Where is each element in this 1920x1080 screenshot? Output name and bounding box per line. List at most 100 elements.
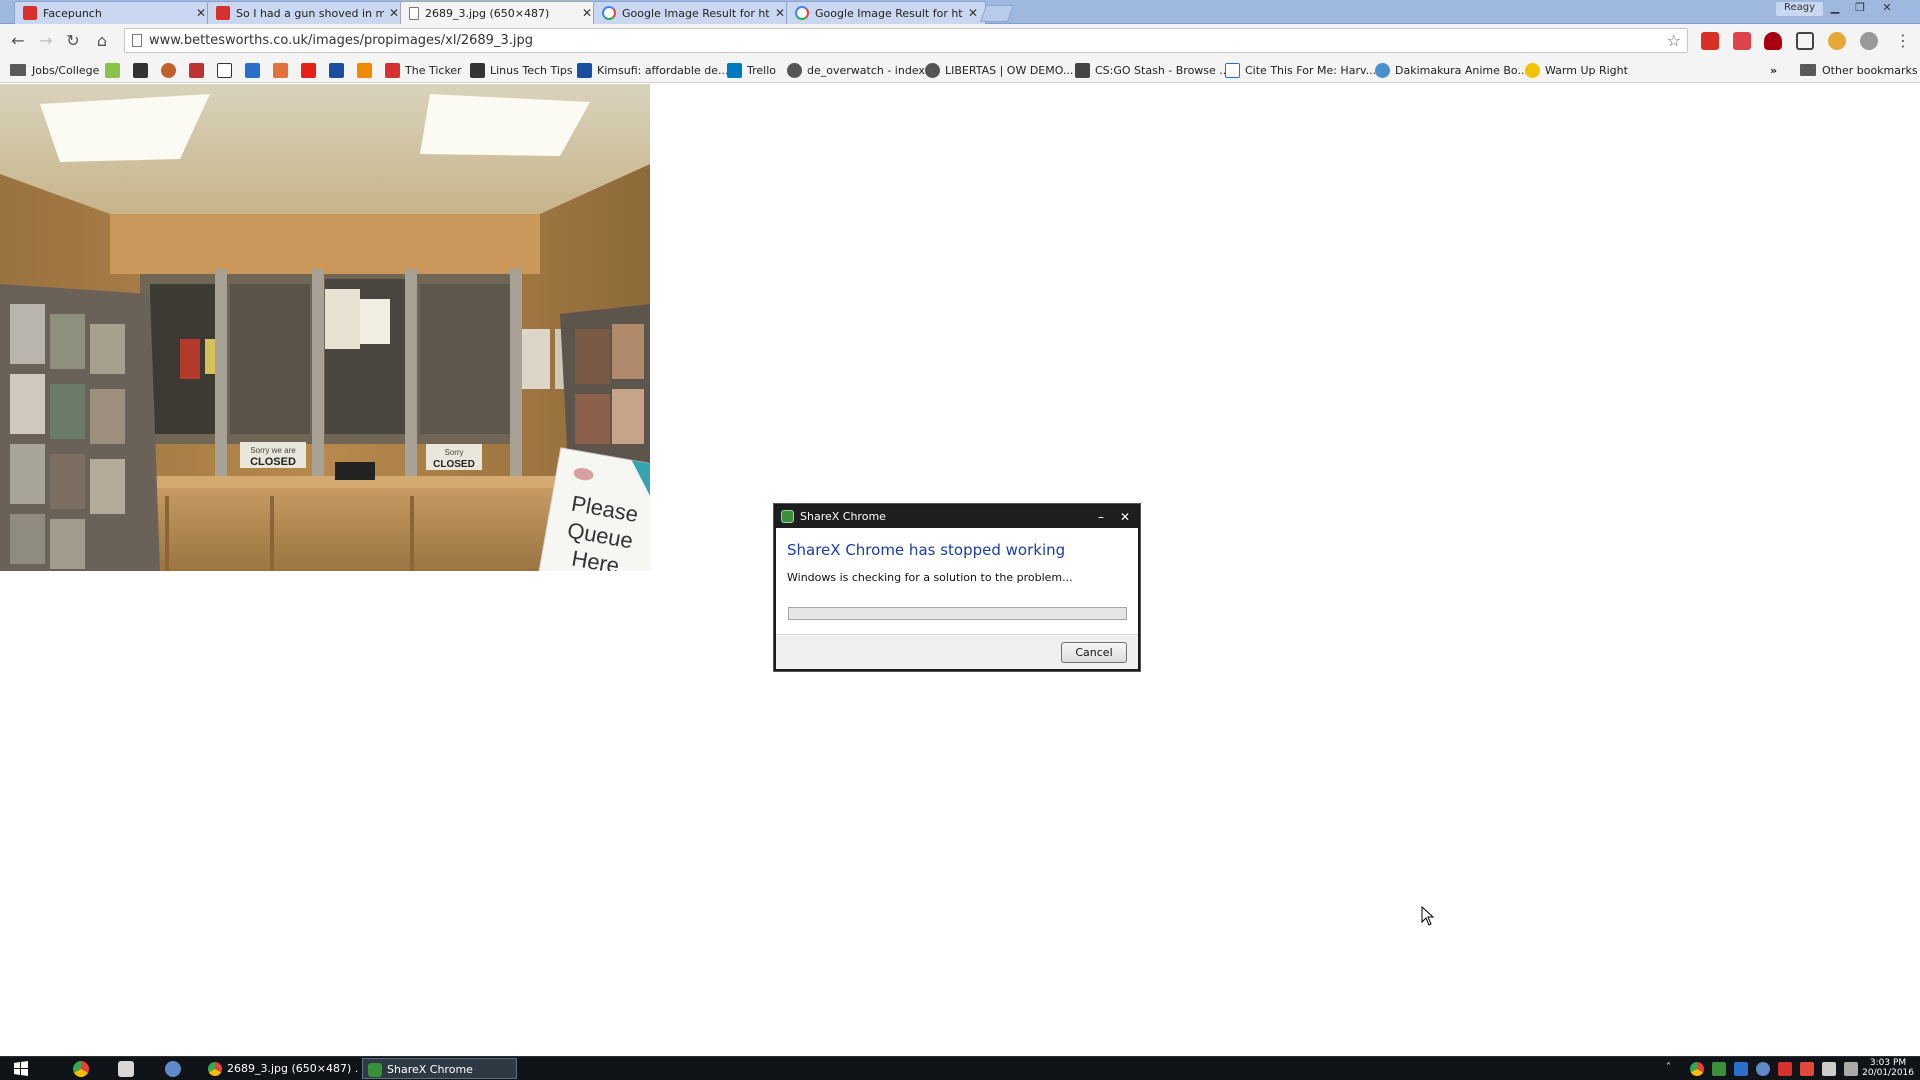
tab-google-image-2[interactable]: Google Image Result for http ✕ (786, 1, 986, 24)
reload-icon[interactable]: ↻ (63, 31, 83, 51)
bookmark-icon (161, 62, 176, 78)
network-icon[interactable] (1844, 1062, 1858, 1076)
dialog-body: ShareX Chrome has stopped working Window… (776, 528, 1138, 634)
extension-icon[interactable] (1733, 32, 1751, 50)
system-clock[interactable]: 3:03 PM 20/01/2016 (1862, 1058, 1914, 1078)
bookmark-the-ticker[interactable]: The Ticker (385, 61, 462, 79)
pinned-app-icon[interactable] (118, 1061, 134, 1077)
tab-image-active[interactable]: 2689_3.jpg (650×487) ✕ (400, 1, 600, 25)
gmail-extension-icon[interactable] (1701, 32, 1719, 50)
close-icon[interactable]: ✕ (196, 6, 206, 20)
bookmark-libertas[interactable]: LIBERTAS | OW DEMO... (925, 61, 1073, 79)
page-info-icon[interactable] (132, 34, 142, 47)
bookmark-icon (1375, 62, 1390, 78)
close-icon[interactable]: ✕ (389, 6, 399, 20)
bookmark-kimsufi[interactable]: Kimsufi: affordable de... (577, 61, 728, 79)
tab-title: Google Image Result for http (622, 6, 770, 20)
chrome-icon[interactable] (73, 1061, 89, 1077)
steam-icon[interactable] (165, 1061, 181, 1077)
tab-google-image-1[interactable]: Google Image Result for http ✕ (593, 1, 793, 24)
cancel-button[interactable]: Cancel (1061, 642, 1127, 663)
screenshot-extension-icon[interactable] (1796, 32, 1814, 50)
google-icon (602, 6, 616, 20)
closed-sign-text: Sorry (444, 448, 463, 457)
profile-button[interactable]: Reagy (1776, 2, 1824, 16)
play-extension-icon[interactable] (1860, 32, 1878, 50)
ublock-icon[interactable] (1764, 32, 1782, 50)
back-icon[interactable]: ← (8, 31, 28, 51)
bookmark-icon-only[interactable] (161, 61, 181, 79)
cookie-extension-icon[interactable] (1828, 32, 1846, 50)
bookmarks-overflow-button[interactable]: » (1770, 61, 1777, 79)
bookmark-amazon[interactable] (217, 61, 237, 79)
bookmark-csgo-stash[interactable]: CS:GO Stash - Browse ... (1075, 61, 1230, 79)
youtube-icon (301, 62, 316, 78)
tray-icon[interactable] (1778, 1062, 1792, 1076)
bookmark-dakimakura[interactable]: Dakimakura Anime Bo... (1375, 61, 1528, 79)
error-dialog: ShareX Chrome – ✕ ShareX Chrome has stop… (774, 504, 1140, 671)
forward-icon[interactable]: → (36, 31, 56, 51)
bookmark-icon-only[interactable] (105, 61, 125, 79)
dialog-heading: ShareX Chrome has stopped working (787, 541, 1066, 559)
restore-icon[interactable]: ❐ (1847, 2, 1873, 16)
tab-strip: Facepunch ✕ So I had a gun shoved in my … (0, 0, 1920, 25)
close-window-icon[interactable]: ✕ (1874, 2, 1900, 16)
task-chrome-window[interactable]: 2689_3.jpg (650×487) ... (203, 1058, 358, 1079)
bookmark-icon (577, 62, 592, 78)
other-bookmarks-folder[interactable]: Other bookmarks (1800, 61, 1918, 79)
tray-icon[interactable] (1734, 1062, 1748, 1076)
bookmark-icon-only[interactable] (357, 61, 377, 79)
bookmark-folder-jobs[interactable]: Jobs/College (10, 61, 99, 79)
chrome-tray-icon[interactable] (1690, 1062, 1704, 1076)
new-tab-button[interactable] (979, 5, 1015, 22)
sharex-icon (781, 510, 794, 523)
bookmark-warm-up-right[interactable]: Warm Up Right (1525, 61, 1628, 79)
bookmark-icon (357, 62, 372, 78)
bookmark-icon-only[interactable] (189, 61, 209, 79)
bookmark-label: Other bookmarks (1822, 63, 1918, 77)
bookmark-icon (1075, 62, 1090, 78)
bookmark-label: de_overwatch - index (807, 63, 925, 77)
chrome-icon (208, 1062, 222, 1076)
dialog-titlebar[interactable]: ShareX Chrome – ✕ (776, 506, 1138, 528)
minimize-icon[interactable]: ▁ (1822, 2, 1848, 16)
bookmark-icon-only[interactable] (133, 61, 153, 79)
close-icon[interactable]: ✕ (775, 6, 785, 20)
windows-start-icon[interactable] (6, 1059, 36, 1079)
tray-icon[interactable] (1800, 1062, 1814, 1076)
steam-tray-icon[interactable] (1756, 1062, 1770, 1076)
shop-counter-photo: Sorry we are CLOSED Sorry CLOSED Please … (0, 84, 650, 571)
bookmark-de-overwatch[interactable]: de_overwatch - index (787, 61, 925, 79)
bookmark-linus-tech-tips[interactable]: Linus Tech Tips (470, 61, 573, 79)
home-icon[interactable]: ⌂ (92, 31, 112, 51)
bookmark-icon-only[interactable] (273, 61, 293, 79)
address-bar[interactable]: www.bettesworths.co.uk/images/propimages… (124, 28, 1688, 53)
close-icon[interactable]: ✕ (1114, 506, 1136, 528)
bookmark-label: Cite This For Me: Harv... (1245, 63, 1377, 77)
bookmark-youtube[interactable] (301, 61, 321, 79)
menu-icon[interactable]: ⋮ (1893, 31, 1913, 51)
minimize-icon[interactable]: – (1090, 506, 1112, 528)
bookmark-star-icon[interactable]: ☆ (1667, 31, 1681, 50)
tab-title: Facepunch (43, 6, 102, 20)
bookmark-trello[interactable]: Trello (727, 61, 776, 79)
bookmark-cite-this-for-me[interactable]: Cite This For Me: Harv... (1225, 61, 1376, 79)
bookmark-icon-only[interactable] (329, 61, 349, 79)
close-icon[interactable]: ✕ (968, 6, 978, 20)
trello-icon (727, 62, 742, 78)
task-sharex-chrome[interactable]: ShareX Chrome (362, 1058, 517, 1079)
bookmark-icon (1225, 62, 1240, 78)
bookmark-icon-only[interactable] (245, 61, 265, 79)
bookmark-label: Dakimakura Anime Bo... (1395, 63, 1528, 77)
google-icon (795, 6, 809, 20)
volume-icon[interactable] (1822, 1062, 1836, 1076)
bookmark-icon (245, 62, 260, 78)
tab-facepunch[interactable]: Facepunch ✕ (14, 1, 214, 24)
bookmark-icon (1525, 62, 1540, 78)
close-icon[interactable]: ✕ (582, 6, 592, 20)
sharex-tray-icon[interactable] (1712, 1062, 1726, 1076)
tab-gun-thread[interactable]: So I had a gun shoved in my ✕ (207, 1, 407, 24)
tray-overflow-icon[interactable]: ˄ (1666, 1062, 1680, 1076)
bookmark-label: Warm Up Right (1545, 63, 1628, 77)
bookmark-label: The Ticker (405, 63, 462, 77)
